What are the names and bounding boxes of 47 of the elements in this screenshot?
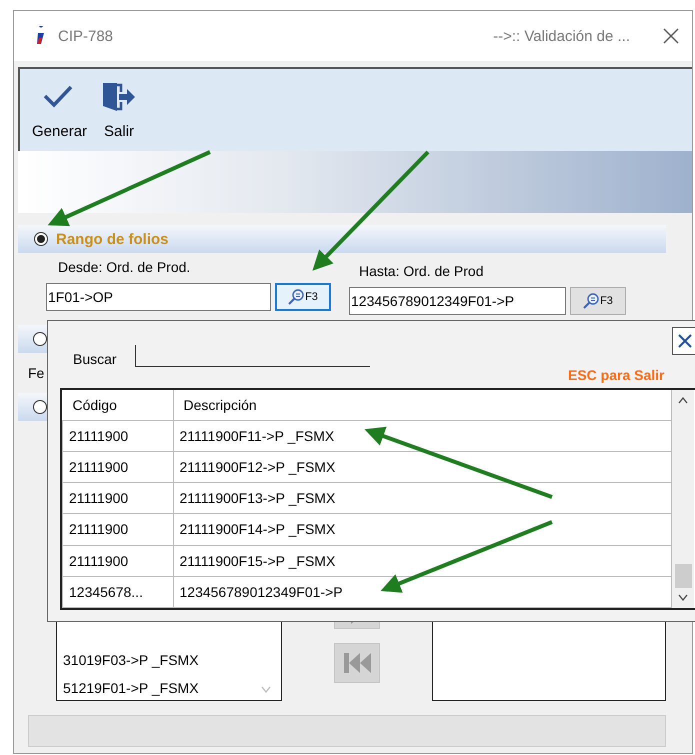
column-header[interactable]: Código xyxy=(62,390,173,420)
table-cell: 21111900 xyxy=(62,482,173,514)
radio-button[interactable] xyxy=(34,232,48,246)
generate-button[interactable]: Generar xyxy=(30,77,90,151)
table-cell: 123456789012349F01->P xyxy=(173,576,672,608)
table-cell: 21111900 xyxy=(62,514,173,545)
scroll-down-icon xyxy=(678,594,688,602)
table-cell: 21111900 xyxy=(62,420,173,452)
text-field[interactable]: 123456789012349F01->P xyxy=(349,287,566,315)
text-field[interactable]: 1F01->OP xyxy=(46,283,271,311)
table-cell: 21111900F14->P _FSMX xyxy=(173,514,672,545)
close-icon xyxy=(677,333,693,349)
radio-button[interactable] xyxy=(33,332,47,346)
exit-button[interactable]: Salir xyxy=(99,77,140,151)
door-exit-icon xyxy=(101,81,138,113)
table-cell: 21111900F15->P _FSMX xyxy=(173,545,672,576)
exit-hint: ESC para Salir xyxy=(568,367,664,383)
double-left-icon xyxy=(342,651,372,675)
lookup-button[interactable]: F3 xyxy=(275,283,331,311)
table-cell: 21111900F11->P _FSMX xyxy=(173,420,672,452)
column-header[interactable]: Descripción xyxy=(173,390,672,420)
table-cell: 21111900 xyxy=(62,545,173,576)
search-label: Buscar xyxy=(73,351,117,367)
field-label: Hasta: Ord. de Prod xyxy=(359,263,485,279)
list-item[interactable]: 51219F01->P _FSMX xyxy=(63,680,281,696)
window-title: CIP-788 xyxy=(58,28,114,44)
lookup-button[interactable]: F3 xyxy=(570,287,626,315)
close-button[interactable] xyxy=(672,327,695,355)
window-subtitle: -->:: Validación de ... xyxy=(493,28,630,44)
section-title: Rango de folios xyxy=(56,230,168,248)
field-label: Desde: Ord. de Prod. xyxy=(58,259,192,275)
table-cell: 21111900F12->P _FSMX xyxy=(173,451,672,482)
magnifier-icon xyxy=(288,289,304,305)
list-item[interactable]: 31019F03->P _FSMX xyxy=(63,652,281,668)
scroll-thumb[interactable] xyxy=(674,564,692,588)
table-cell: 12345678... xyxy=(62,576,173,608)
radio-button[interactable] xyxy=(33,400,47,414)
close-icon[interactable] xyxy=(662,27,680,45)
info-icon xyxy=(34,26,46,46)
scrollbar[interactable] xyxy=(672,390,694,608)
scroll-up-icon xyxy=(678,396,688,404)
field-label: Fe xyxy=(28,365,44,381)
scroll-down-icon xyxy=(260,686,271,694)
table-cell: 21111900F13->P _FSMX xyxy=(173,482,672,514)
search-field[interactable] xyxy=(134,345,370,367)
magnifier-icon xyxy=(583,293,600,309)
table-cell: 21111900 xyxy=(62,451,173,482)
